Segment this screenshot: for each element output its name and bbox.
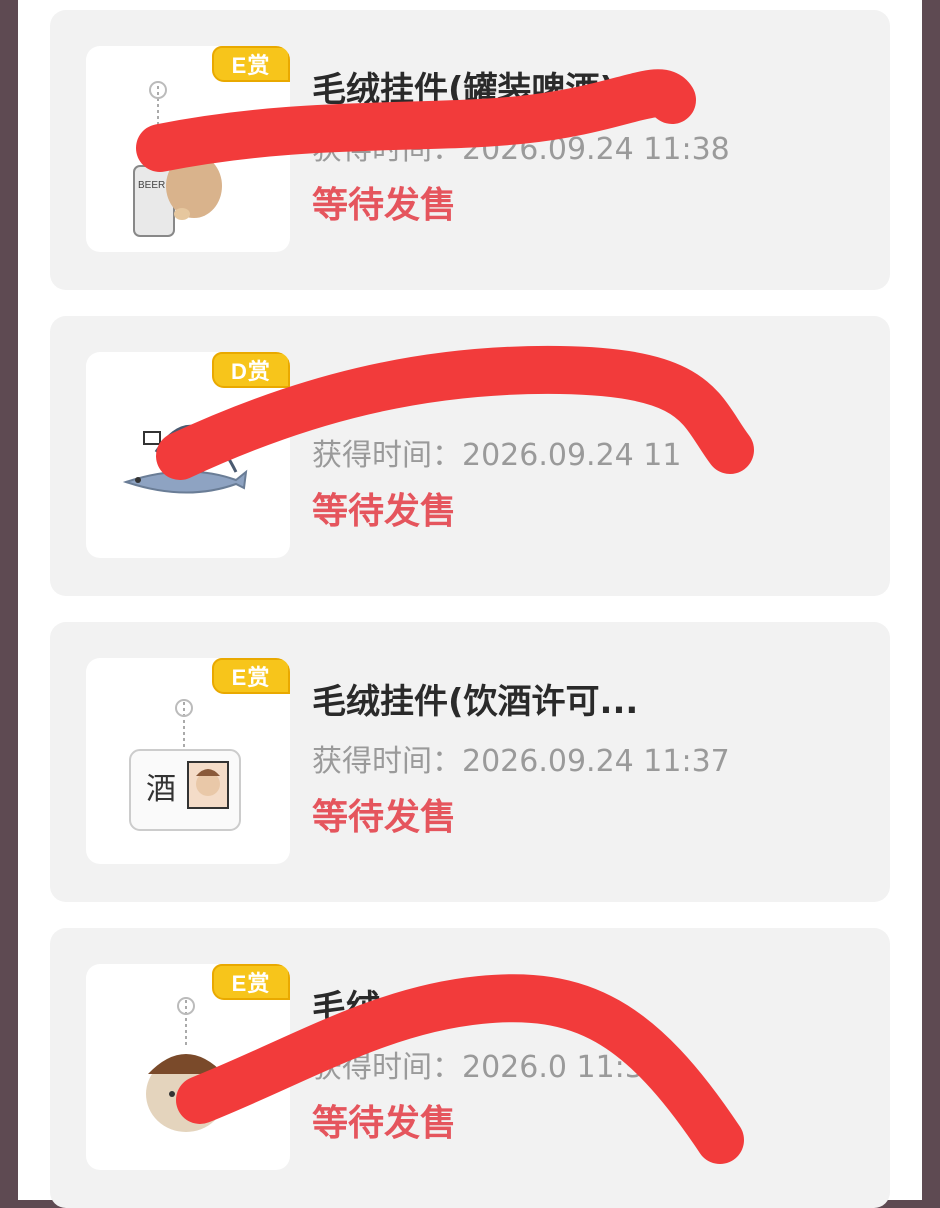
item-time: 获得时间：2026.0 11:35 bbox=[312, 1050, 663, 1085]
prize-badge: D赏 bbox=[212, 352, 290, 388]
item-thumbnail: D赏 bbox=[86, 352, 290, 558]
list-item[interactable]: D赏 秋刀 获得时间：2026.09.24 11 等待发售 bbox=[50, 316, 890, 596]
prize-badge: E赏 bbox=[212, 46, 290, 82]
item-thumbnail: 酒 E赏 bbox=[86, 658, 290, 864]
prize-badge: E赏 bbox=[212, 964, 290, 1000]
item-thumbnail: E赏 bbox=[86, 964, 290, 1170]
list-container: BEER E赏 毛绒挂件(罐装啤酒) 获得时间：2026.09.24 11:38… bbox=[18, 0, 922, 1208]
item-time: 获得时间：2026.09.24 11 bbox=[312, 438, 682, 473]
item-time: 获得时间：2026.09.24 11:37 bbox=[312, 744, 730, 779]
item-status: 等待发售 bbox=[312, 185, 457, 226]
list-item[interactable]: BEER E赏 毛绒挂件(罐装啤酒) 获得时间：2026.09.24 11:38… bbox=[50, 10, 890, 290]
item-thumbnail: BEER E赏 bbox=[86, 46, 290, 252]
item-title: 毛绒 bbox=[312, 988, 380, 1028]
item-title: 毛绒挂件(罐装啤酒) bbox=[312, 70, 616, 110]
item-status: 等待发售 bbox=[312, 797, 457, 838]
item-title: 毛绒挂件(饮酒许可... bbox=[312, 682, 639, 722]
item-status: 等待发售 bbox=[312, 491, 457, 532]
list-item[interactable]: 酒 E赏 毛绒挂件(饮酒许可... 获得时间：2026.09.24 11:37 … bbox=[50, 622, 890, 902]
item-status: 等待发售 bbox=[312, 1103, 457, 1144]
thumb-label: 酒 bbox=[146, 772, 176, 807]
item-title: 秋刀 bbox=[312, 376, 380, 416]
list-item[interactable]: E赏 毛绒 获得时间：2026.0 11:35 等待发售 bbox=[50, 928, 890, 1208]
item-time: 获得时间：2026.09.24 11:38 bbox=[312, 132, 730, 167]
prize-badge: E赏 bbox=[212, 658, 290, 694]
svg-text:BEER: BEER bbox=[138, 180, 165, 191]
